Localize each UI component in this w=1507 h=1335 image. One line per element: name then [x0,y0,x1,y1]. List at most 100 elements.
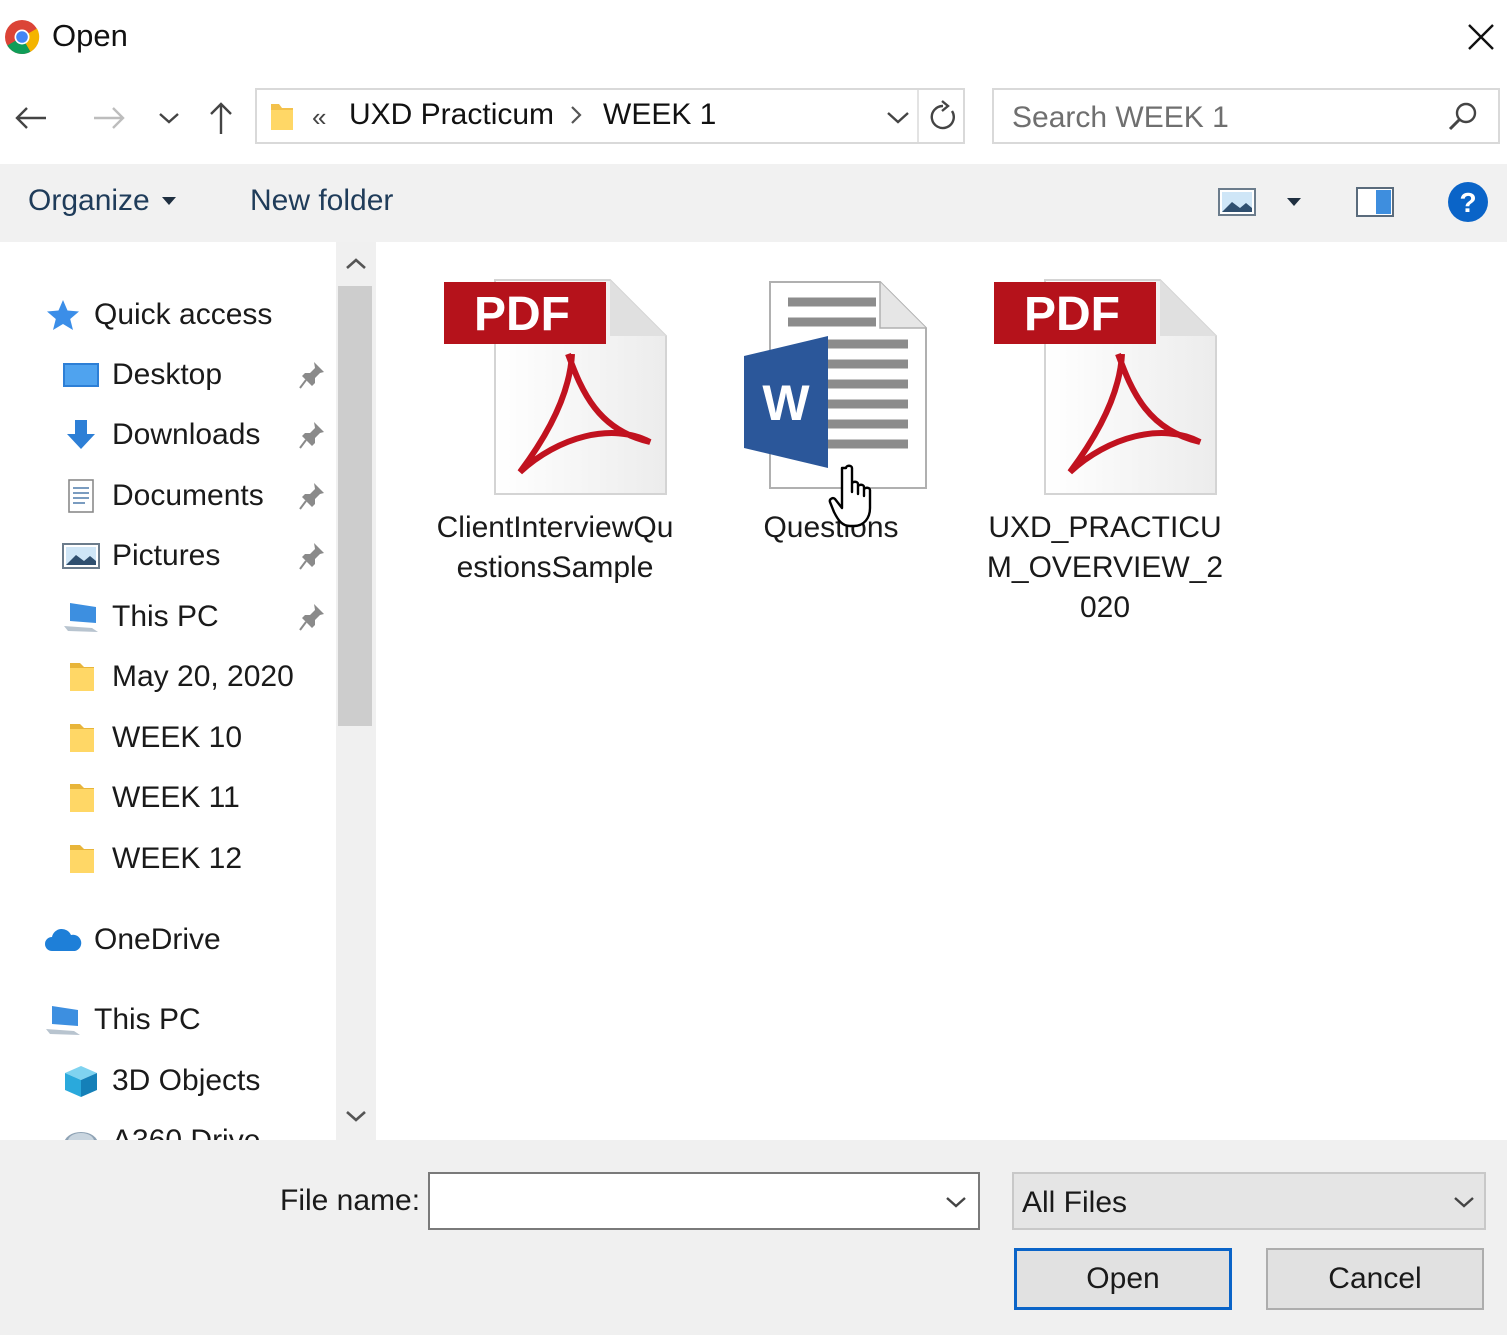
chevron-down-icon [887,112,909,124]
sidebar-item-3d-objects[interactable]: 3D Objects [62,1056,260,1106]
pin-icon[interactable] [298,481,326,511]
sidebar-item-week-10[interactable]: WEEK 10 [62,713,242,763]
chevron-up-icon [346,258,366,269]
sidebar-item-pictures[interactable]: Pictures [62,531,220,581]
up-button[interactable] [198,86,244,150]
pin-icon[interactable] [298,420,326,450]
forward-button[interactable] [86,86,132,150]
sidebar-item-label: Quick access [94,298,273,331]
refresh-icon [930,100,955,130]
sidebar-item-this-pc-pinned[interactable]: This PC [62,592,219,642]
chevron-down-icon [1454,1197,1474,1208]
file-name-dropdown-button[interactable] [938,1184,974,1220]
organize-label: Organize [28,184,150,217]
up-arrow-icon [210,102,232,134]
new-folder-button[interactable]: New folder [250,184,393,218]
svg-text:PDF: PDF [474,288,570,341]
folder-icon [70,845,94,873]
back-button[interactable] [8,86,54,150]
breadcrumb-uxd-practicum[interactable]: UXD Practicum [349,98,554,132]
sidebar-item-may-20-2020[interactable]: May 20, 2020 [62,652,294,702]
caret-down-icon [1287,198,1301,206]
search-box[interactable] [992,88,1500,144]
close-icon [1468,24,1494,50]
chevron-right-icon[interactable] [567,102,585,128]
desktop-icon [63,363,99,387]
caret-down-icon [161,197,176,205]
documents-icon [68,479,94,513]
breadcrumb-week-1[interactable]: WEEK 1 [603,98,716,132]
chrome-icon [5,20,40,54]
pin-icon[interactable] [298,602,326,632]
sidebar-item-label: Downloads [112,418,261,451]
file-item-client-interview-questions[interactable]: PDF ClientInterviewQuestionsSample [430,272,680,588]
sidebar-item-week-11[interactable]: WEEK 11 [62,773,240,823]
sidebar-item-this-pc[interactable]: This PC [44,995,201,1045]
address-bar[interactable]: « UXD Practicum WEEK 1 [255,88,965,144]
cancel-button[interactable]: Cancel [1266,1248,1484,1310]
title-bar: Open [0,0,1507,78]
folder-icon [70,663,94,691]
search-input[interactable] [1010,98,1434,138]
sidebar-item-label: WEEK 12 [112,842,243,875]
open-dialog: Open « UXD Practicum WEEK 1 Search WEEK … [0,0,1507,1335]
pin-icon[interactable] [298,541,326,571]
cloud-icon [45,928,82,951]
hand-cursor-icon [828,464,872,528]
back-arrow-icon [15,107,46,129]
sidebar-item-documents[interactable]: Documents [62,471,264,521]
file-type-select[interactable]: All Files [1012,1172,1486,1230]
sidebar-scrollbar[interactable] [336,242,376,1140]
navigation-pane: Quick access Desktop Downloads Documents… [0,242,378,1140]
sidebar-item-desktop[interactable]: Desktop [62,350,222,400]
file-name: ClientInterviewQuestionsSample [436,511,674,584]
svg-text:W: W [762,375,810,431]
dialog-title: Open [52,18,128,53]
help-icon[interactable]: ? [1446,180,1490,224]
refresh-button[interactable] [921,90,965,142]
star-icon [47,300,79,330]
scroll-down-button[interactable] [336,1100,376,1132]
close-button[interactable] [1458,14,1504,60]
sidebar-item-quick-access[interactable]: Quick access [44,290,272,340]
svg-text:?: ? [1459,187,1476,218]
organize-button[interactable]: Organize [28,184,176,218]
sidebar-item-label: OneDrive [94,923,221,956]
pin-icon[interactable] [298,360,326,390]
sidebar-item-label: WEEK 11 [112,781,240,814]
file-type-value: All Files [1022,1186,1128,1219]
pc-icon [46,1006,80,1035]
pictures-icon [62,543,100,569]
search-icon[interactable] [1446,100,1480,134]
file-type-dropdown-button[interactable] [1446,1184,1482,1220]
view-icon[interactable] [1218,186,1256,218]
folder-icon [70,784,94,812]
navigation-bar: « UXD Practicum WEEK 1 [0,86,1507,150]
file-name-label: File name: [280,1184,421,1217]
forward-arrow-icon [94,107,125,129]
dialog-footer: File name: All Files Open Cancel [0,1140,1507,1335]
scroll-up-button[interactable] [336,248,376,280]
view-options-button[interactable] [1282,186,1306,218]
file-name-combobox[interactable] [428,1172,980,1230]
file-item-uxd-practicum-overview[interactable]: PDF UXD_PRACTICUM_OVERVIEW_2020 [980,272,1230,628]
sidebar-item-onedrive[interactable]: OneDrive [44,915,221,965]
file-list: PDF ClientInterviewQuestionsSample W Que… [378,242,1507,1140]
overflow-chevron-icon[interactable]: « [312,102,326,133]
file-name-input[interactable] [440,1182,924,1222]
divider [917,90,919,142]
recent-locations-button[interactable] [146,86,192,150]
sidebar-item-downloads[interactable]: Downloads [62,410,260,460]
scroll-thumb[interactable] [338,286,372,726]
new-folder-label: New folder [250,184,394,217]
sidebar-item-label: 3D Objects [112,1064,261,1097]
sidebar-item-week-12[interactable]: WEEK 12 [62,834,242,884]
preview-pane-icon[interactable] [1356,186,1394,218]
sidebar-item-a360-drive[interactable]: A360 Drive [62,1116,260,1140]
sidebar-item-label: WEEK 10 [112,721,243,754]
sidebar-item-label: A360 Drive [112,1124,260,1140]
open-button[interactable]: Open [1014,1248,1232,1310]
address-dropdown-button[interactable] [877,98,919,136]
command-toolbar: Organize New folder ? [0,164,1507,242]
pc-icon [64,603,98,632]
